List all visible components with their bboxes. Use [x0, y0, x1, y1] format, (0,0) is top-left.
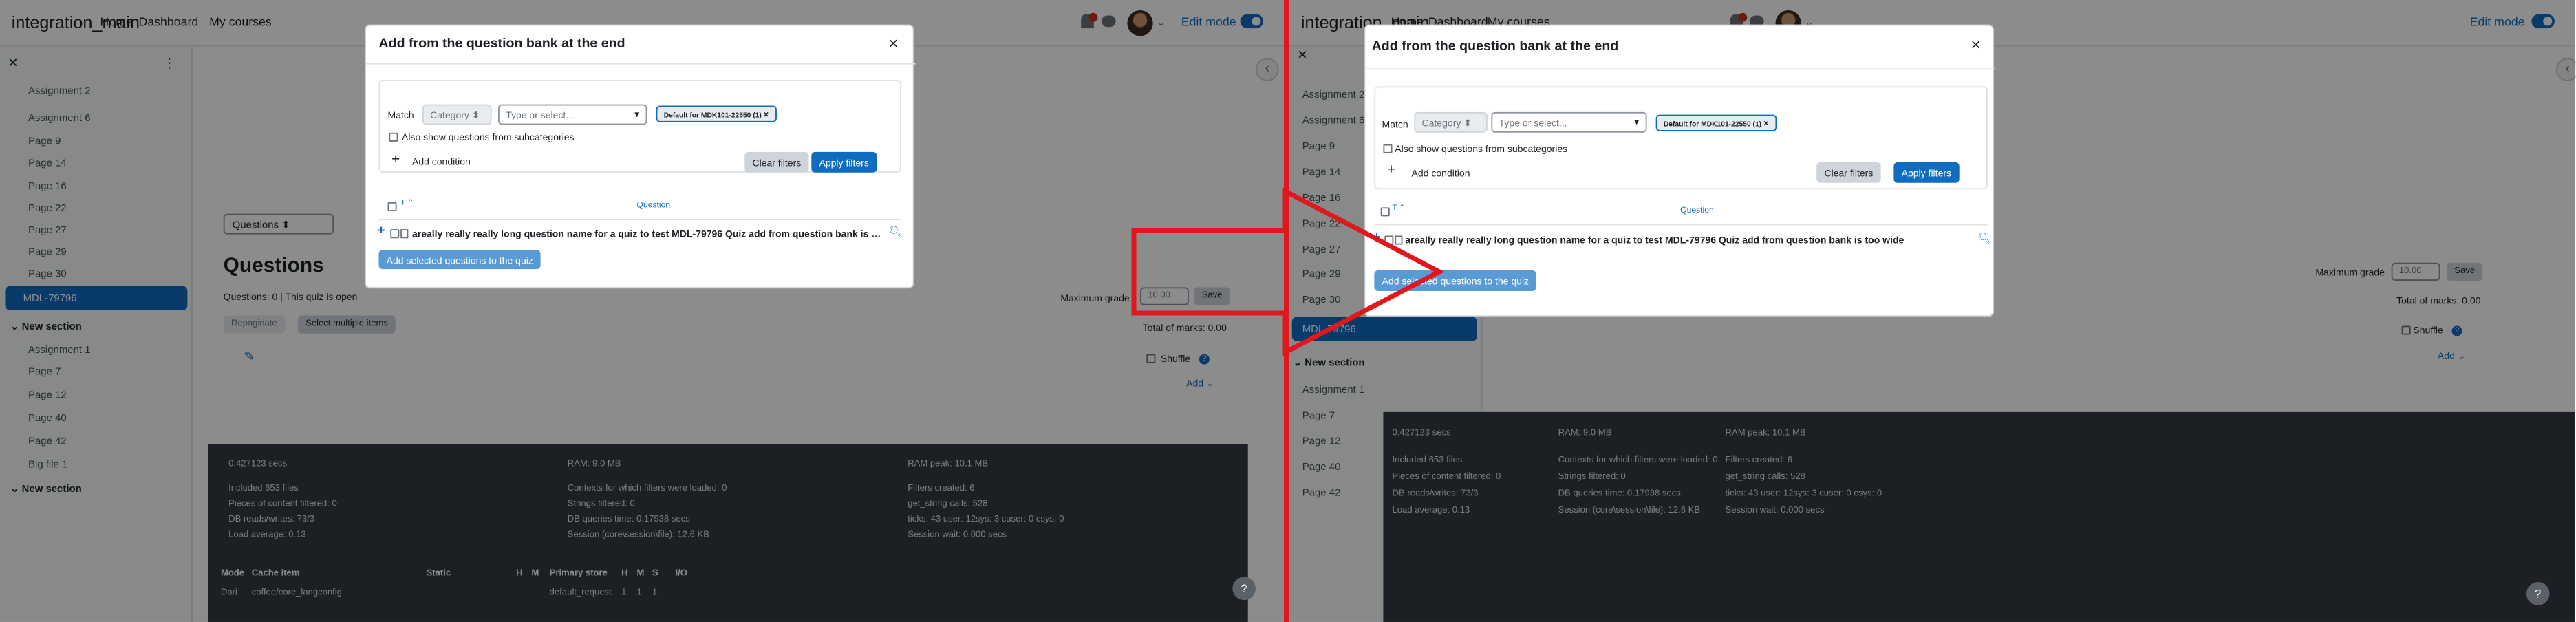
close-icon[interactable]: × [888, 34, 898, 53]
comparison-arrow-icon [1131, 187, 1445, 356]
modal-title: Add from the question bank at the end [1371, 39, 1619, 54]
close-icon[interactable]: × [1763, 120, 1769, 129]
question-name: areally really really long question name… [1405, 234, 1904, 246]
filter-panel: Match Category ⬍ Type or select... ▾ Defa… [378, 80, 901, 173]
filter-panel: Match Category ⬍ Type or select... ▾ Defa… [1374, 86, 1988, 190]
modal-title: Add from the question bank at the end [378, 36, 625, 52]
add-condition-button[interactable]: Add condition [412, 156, 471, 167]
subcategories-label: Also show questions from subcategories [402, 131, 575, 143]
apply-filters-label: Apply filters [819, 157, 869, 169]
table-divider [378, 219, 901, 221]
modal-divider [365, 63, 916, 65]
panel-left: integration_main Home Dashboard My cours… [0, 0, 1284, 622]
category-pill[interactable]: Default for MDK101-22550 (1) × [1655, 114, 1777, 131]
category-select[interactable]: Category ⬍ [422, 104, 492, 125]
comparison-screenshot: integration_main Home Dashboard My cours… [0, 0, 2576, 622]
category-select[interactable]: Category ⬍ [1414, 111, 1488, 133]
add-selected-button[interactable]: Add selected questions to the quiz [378, 250, 541, 270]
apply-filters-button[interactable]: Apply filters [811, 151, 877, 173]
close-icon[interactable]: × [764, 111, 769, 120]
close-icon[interactable]: × [1971, 35, 1981, 54]
question-bank-modal: Add from the question bank at the end × … [1364, 24, 1996, 317]
pill-label: Default for MDK101-22550 (1) [663, 111, 762, 120]
search-icon[interactable]: 🔍︎ [888, 226, 903, 240]
question-type-icon [400, 229, 409, 239]
add-selected-label: Add selected questions to the quiz [386, 254, 533, 266]
table-divider [1374, 224, 1988, 226]
sort-label: T [400, 200, 405, 208]
match-label: Match [1382, 118, 1408, 131]
question-bank-modal: Add from the question bank at the end × … [364, 24, 916, 289]
subcategories-label: Also show questions from subcategories [1395, 142, 1568, 155]
plus-icon[interactable]: + [391, 152, 400, 167]
apply-filters-button[interactable]: Apply filters [1893, 162, 1960, 183]
caret-down-icon: ▾ [1634, 116, 1640, 128]
category-pill[interactable]: Default for MDK101-22550 (1) × [656, 105, 777, 122]
question-column-header[interactable]: Question [637, 201, 671, 210]
question-name: areally really really long question name… [411, 228, 883, 240]
panel-right: integration_main Home Dashboard My cours… [1289, 0, 2576, 622]
add-condition-button[interactable]: Add condition [1412, 167, 1470, 179]
match-label: Match [387, 109, 414, 121]
modal-divider [1365, 68, 1996, 70]
category-label: Category [1421, 117, 1461, 129]
search-icon[interactable]: 🔍︎ [1977, 232, 1992, 246]
category-label: Category [430, 109, 469, 121]
clear-filters-button[interactable]: Clear filters [744, 151, 809, 173]
question-column-header[interactable]: Question [1680, 206, 1714, 215]
help-icon[interactable]: ? [2526, 581, 2550, 605]
pill-label: Default for MDK101-22550 (1) [1663, 120, 1762, 129]
question-checkbox[interactable] [390, 229, 400, 239]
plus-icon[interactable]: + [1387, 162, 1395, 178]
clear-filters-label: Clear filters [1824, 167, 1874, 180]
help-icon[interactable]: ? [1232, 577, 1256, 601]
subcategories-checkbox[interactable] [1383, 144, 1393, 153]
type-placeholder: Type or select... [1499, 117, 1567, 129]
subcategories-checkbox[interactable] [389, 132, 398, 142]
clear-filters-button[interactable]: Clear filters [1816, 162, 1881, 183]
type-placeholder: Type or select... [506, 109, 575, 121]
plus-icon[interactable]: + [378, 224, 385, 239]
category-search-input[interactable]: Type or select... ▾ [498, 104, 647, 125]
caret-down-icon: ▾ [634, 108, 640, 120]
clear-filters-label: Clear filters [752, 157, 802, 169]
select-all-checkbox[interactable] [387, 202, 397, 211]
sort-type[interactable]: T ⌃ [400, 198, 414, 207]
category-search-input[interactable]: Type or select... ▾ [1491, 111, 1647, 133]
apply-filters-label: Apply filters [1901, 167, 1952, 180]
